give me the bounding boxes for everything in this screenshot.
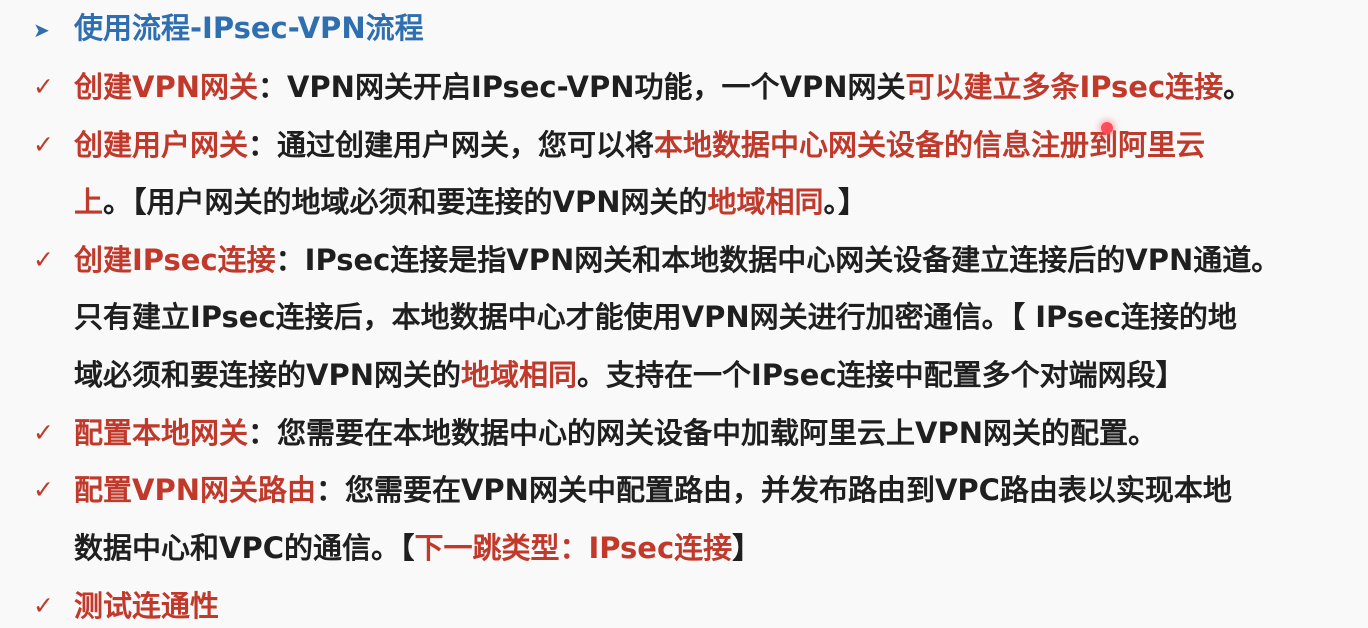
check-icon: ✓ — [33, 245, 54, 274]
item-create-ipsec-connection: 创建IPsec连接：IPsec连接是指VPN网关和本地数据中心网关设备建立连接后… — [74, 240, 1280, 280]
item-text: ：IPsec连接是指VPN网关和本地数据中心网关设备建立连接后的VPN通道。 — [275, 243, 1281, 277]
check-icon: ✓ — [33, 72, 54, 101]
item-title: 创建用户网关 — [74, 128, 249, 162]
item-highlight: 本地数据中心网关设备的信息注册到阿里云 — [654, 128, 1206, 162]
item-text: 只有建立IPsec连接后，本地数据中心才能使用VPN网关进行加密通信。【 IPs… — [74, 300, 1237, 334]
item-title: 创建IPsec连接 — [74, 243, 276, 277]
check-icon: ✓ — [33, 591, 54, 620]
item-text: ：VPN网关开启IPsec-VPN功能，一个VPN网关 — [257, 70, 906, 104]
laser-pointer-dot — [1101, 122, 1113, 134]
slide: ➤ 使用流程-IPsec-VPN流程 ✓ 创建VPN网关：VPN网关开启IPse… — [0, 0, 1368, 628]
item-highlight: 下一跳类型：IPsec连接 — [414, 531, 733, 565]
item-text: 。 — [1223, 70, 1253, 104]
item-test-connectivity: 测试连通性 — [74, 586, 219, 626]
item-configure-vpn-routes: 配置VPN网关路由：您需要在VPN网关中配置路由，并发布路由到VPC路由表以实现… — [74, 470, 1232, 510]
item-text: 数据中心和VPC的通信。【 — [74, 531, 415, 565]
check-icon: ✓ — [33, 475, 54, 504]
item-create-customer-gateway: 创建用户网关：通过创建用户网关，您可以将本地数据中心网关设备的信息注册到阿里云 — [74, 125, 1205, 165]
item-text: 。支持在一个IPsec连接中配置多个对端网段】 — [577, 358, 1185, 392]
item-text: 。】 — [823, 185, 868, 219]
item-text: ：您需要在本地数据中心的网关设备中加载阿里云上VPN网关的配置。 — [248, 416, 1157, 450]
item-text: ：您需要在VPN网关中配置路由，并发布路由到VPC路由表以实现本地 — [315, 473, 1232, 507]
item-create-customer-gateway-cont: 上。【用户网关的地域必须和要连接的VPN网关的地域相同。】 — [74, 182, 867, 222]
item-highlight: 地域相同 — [707, 185, 824, 219]
item-highlight: 上 — [74, 185, 104, 219]
item-text: 】 — [732, 531, 762, 565]
slide-heading: 使用流程-IPsec-VPN流程 — [74, 11, 424, 45]
check-icon: ✓ — [33, 418, 54, 447]
item-configure-vpn-routes-cont: 数据中心和VPC的通信。【下一跳类型：IPsec连接】 — [74, 528, 761, 568]
item-configure-local-gateway: 配置本地网关：您需要在本地数据中心的网关设备中加载阿里云上VPN网关的配置。 — [74, 413, 1157, 453]
item-highlight: 可以建立多条IPsec连接 — [905, 70, 1224, 104]
item-highlight: 地域相同 — [460, 358, 577, 392]
item-text: 域必须和要连接的VPN网关的 — [74, 358, 461, 392]
item-create-ipsec-connection-cont: 域必须和要连接的VPN网关的地域相同。支持在一个IPsec连接中配置多个对端网段… — [74, 355, 1185, 395]
item-title: 配置VPN网关路由 — [74, 473, 316, 507]
item-title: 配置本地网关 — [74, 416, 249, 450]
check-icon: ✓ — [33, 130, 54, 159]
item-text: 。【用户网关的地域必须和要连接的VPN网关的 — [103, 185, 708, 219]
item-title: 测试连通性 — [74, 589, 220, 623]
item-text: ：通过创建用户网关，您可以将 — [248, 128, 655, 162]
item-title: 创建VPN网关 — [74, 70, 258, 104]
item-create-ipsec-connection-cont: 只有建立IPsec连接后，本地数据中心才能使用VPN网关进行加密通信。【 IPs… — [74, 297, 1237, 337]
item-create-vpn-gateway: 创建VPN网关：VPN网关开启IPsec-VPN功能，一个VPN网关可以建立多条… — [74, 67, 1252, 107]
heading-arrow-icon: ➤ — [33, 18, 50, 42]
